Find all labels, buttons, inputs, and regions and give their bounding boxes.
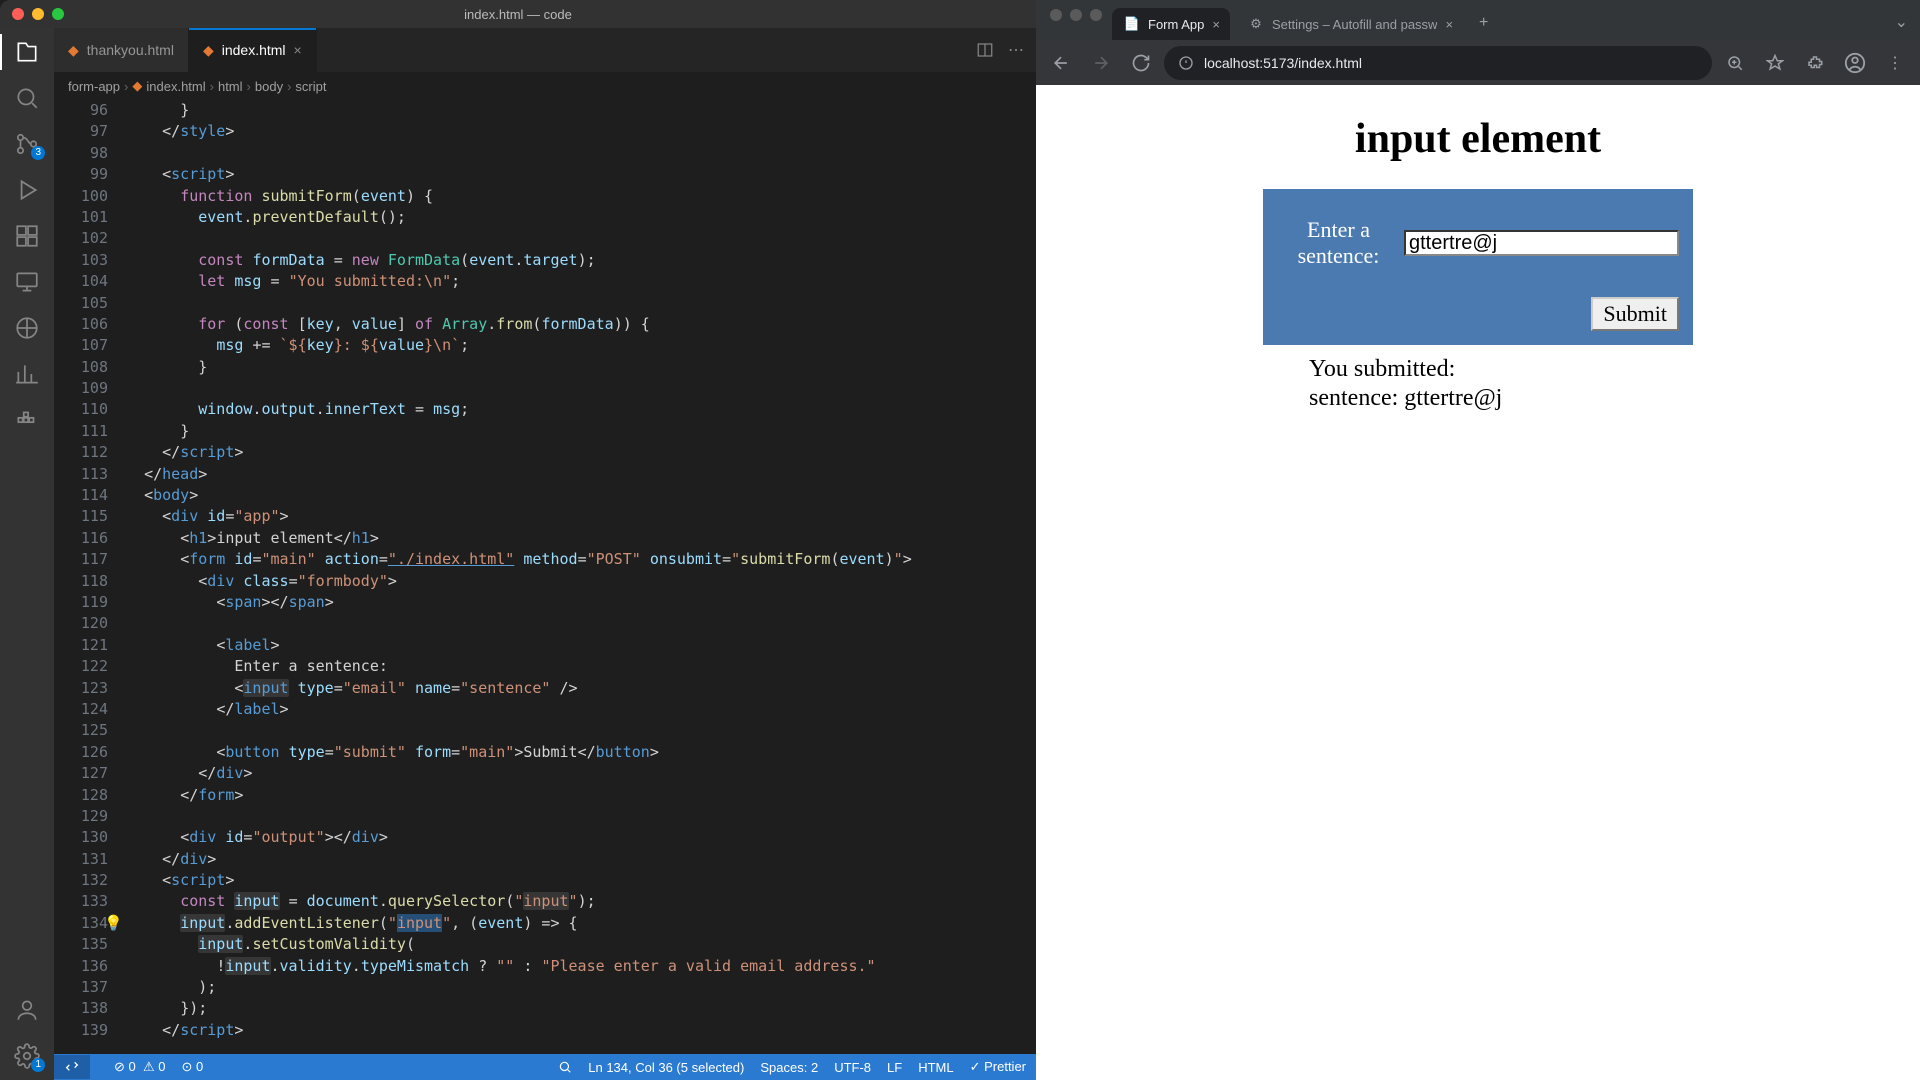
split-editor-icon[interactable]	[976, 41, 994, 59]
remote-indicator[interactable]	[54, 1055, 90, 1079]
close-icon[interactable]: ×	[1212, 17, 1220, 32]
window-controls	[12, 8, 64, 20]
source-control-icon[interactable]: 3	[13, 130, 41, 158]
status-errors[interactable]: ⊘ 0 ⚠ 0	[114, 1059, 165, 1075]
settings-favicon-icon: ⚙	[1248, 16, 1264, 32]
submit-button[interactable]: Submit	[1591, 297, 1679, 331]
settings-gear-icon[interactable]: 1	[13, 1042, 41, 1070]
bookmark-icon[interactable]	[1758, 46, 1792, 80]
tab-actions: ⋯	[964, 28, 1036, 72]
minimize-window-icon[interactable]	[32, 8, 44, 20]
page-heading: input element	[1263, 115, 1693, 163]
profile-avatar-icon[interactable]	[1838, 46, 1872, 80]
breadcrumb-item[interactable]: script	[295, 79, 326, 94]
status-encoding[interactable]: UTF-8	[834, 1060, 871, 1075]
sentence-input[interactable]	[1404, 230, 1679, 256]
breadcrumb-item[interactable]: html	[218, 79, 243, 94]
settings-badge: 1	[31, 1058, 45, 1072]
close-icon[interactable]: ×	[294, 42, 302, 58]
activity-bar: 3	[0, 28, 54, 1080]
new-tab-button[interactable]: +	[1469, 14, 1498, 40]
chrome-menu-icon[interactable]: ⋮	[1878, 46, 1912, 80]
back-button[interactable]	[1044, 46, 1078, 80]
output-text: You submitted: sentence: gttertre@j	[1263, 355, 1693, 413]
form-container: Enter a sentence: Submit	[1263, 189, 1693, 345]
minimize-window-icon[interactable]	[1070, 9, 1082, 21]
close-window-icon[interactable]	[12, 8, 24, 20]
tab-index[interactable]: ◆ index.html ×	[189, 28, 317, 72]
code-content[interactable]: } </style> <script> function submitForm(…	[126, 100, 1036, 1054]
editor-tabbar: ◆ thankyou.html ◆ index.html × ⋯	[54, 28, 1036, 72]
extensions-icon[interactable]	[13, 222, 41, 250]
accounts-icon[interactable]	[13, 996, 41, 1024]
chrome-window: 📄 Form App × ⚙ Settings – Autofill and p…	[1036, 0, 1920, 1080]
html-file-icon: ◆	[68, 42, 79, 59]
fullscreen-window-icon[interactable]	[1090, 9, 1102, 21]
chrome-top: 📄 Form App × ⚙ Settings – Autofill and p…	[1036, 0, 1920, 85]
site-info-icon[interactable]	[1178, 55, 1194, 71]
status-cursor[interactable]: Ln 134, Col 36 (5 selected)	[588, 1060, 744, 1075]
extensions-puzzle-icon[interactable]	[1798, 46, 1832, 80]
graph-icon[interactable]	[13, 360, 41, 388]
tab-label: index.html	[222, 42, 286, 58]
line-number-gutter: 9697989910010110210310410510610710810911…	[54, 100, 126, 1054]
code-editor[interactable]: 9697989910010110210310410510610710810911…	[54, 100, 1036, 1054]
editor-area: ◆ thankyou.html ◆ index.html × ⋯	[54, 28, 1036, 1080]
tab-title: Settings – Autofill and passw	[1272, 17, 1438, 32]
status-ports[interactable]: ⊙ 0	[181, 1059, 203, 1075]
close-window-icon[interactable]	[1050, 9, 1062, 21]
breadcrumb-item[interactable]: body	[255, 79, 283, 94]
url-text: localhost:5173/index.html	[1204, 55, 1362, 71]
status-language[interactable]: HTML	[918, 1060, 953, 1075]
page-content: input element Enter a sentence: Submit Y…	[1036, 85, 1920, 1080]
tab-thankyou[interactable]: ◆ thankyou.html	[54, 28, 189, 72]
browser-toolbar: localhost:5173/index.html ⋮	[1036, 40, 1920, 85]
run-debug-icon[interactable]	[13, 176, 41, 204]
scm-badge: 3	[31, 146, 45, 160]
page-favicon-icon: 📄	[1124, 16, 1140, 32]
tab-title: Form App	[1148, 17, 1204, 32]
tab-search-icon[interactable]: ⌄	[1883, 12, 1920, 40]
tab-label: thankyou.html	[87, 42, 174, 58]
docker-icon[interactable]	[13, 406, 41, 434]
testing-icon[interactable]	[13, 314, 41, 342]
window-title: index.html — code	[464, 7, 572, 22]
explorer-icon[interactable]	[13, 38, 41, 66]
remote-explorer-icon[interactable]	[13, 268, 41, 296]
search-icon[interactable]	[13, 84, 41, 112]
fullscreen-window-icon[interactable]	[52, 8, 64, 20]
browser-tab-form-app[interactable]: 📄 Form App ×	[1112, 8, 1230, 40]
vscode-titlebar[interactable]: index.html — code	[0, 0, 1036, 28]
breadcrumb-item[interactable]: index.html	[146, 79, 205, 94]
sentence-label: Enter a sentence:	[1277, 217, 1400, 269]
html-file-icon: ◆	[132, 78, 142, 94]
vscode-window: index.html — code 3	[0, 0, 1036, 1080]
status-spaces[interactable]: Spaces: 2	[760, 1060, 818, 1075]
status-formatter[interactable]: ✓ Prettier	[970, 1059, 1026, 1075]
breadcrumb[interactable]: form-app› ◆ index.html› html› body› scri…	[54, 72, 1036, 100]
close-icon[interactable]: ×	[1445, 17, 1453, 32]
form-row: Enter a sentence:	[1277, 217, 1679, 269]
browser-tab-settings[interactable]: ⚙ Settings – Autofill and passw ×	[1236, 8, 1463, 40]
browser-tabstrip: 📄 Form App × ⚙ Settings – Autofill and p…	[1036, 0, 1920, 40]
window-controls	[1050, 9, 1102, 21]
address-bar[interactable]: localhost:5173/index.html	[1164, 46, 1712, 80]
status-find[interactable]	[558, 1060, 572, 1074]
more-icon[interactable]: ⋯	[1008, 40, 1024, 60]
forward-button[interactable]	[1084, 46, 1118, 80]
status-eol[interactable]: LF	[887, 1060, 902, 1075]
status-bar: ⊘ 0 ⚠ 0 ⊙ 0 Ln 134, Col 36 (5 selected) …	[54, 1054, 1036, 1080]
zoom-icon[interactable]	[1718, 46, 1752, 80]
breadcrumb-item[interactable]: form-app	[68, 79, 120, 94]
reload-button[interactable]	[1124, 46, 1158, 80]
html-file-icon: ◆	[203, 42, 214, 59]
